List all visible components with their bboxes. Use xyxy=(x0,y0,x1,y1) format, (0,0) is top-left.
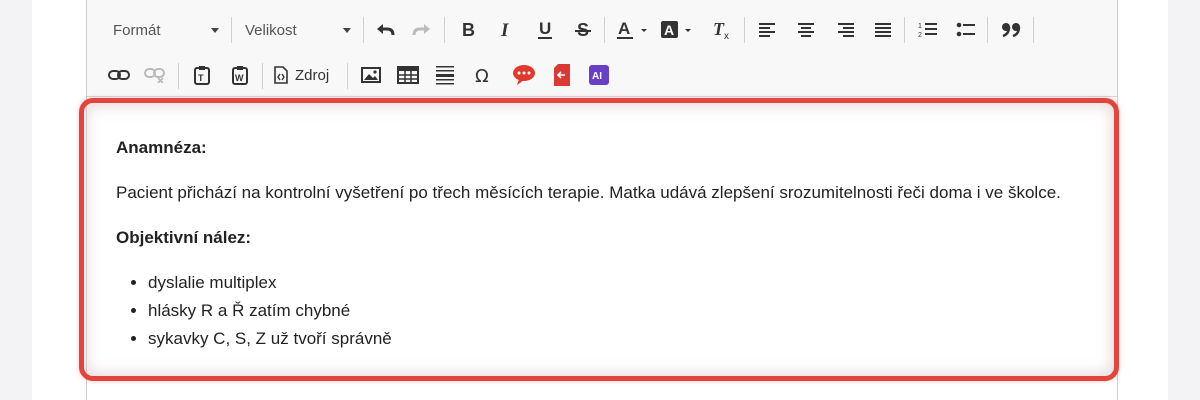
remove-format-button[interactable]: Tx xyxy=(709,17,735,43)
toolbar-separator xyxy=(604,17,605,43)
toolbar-separator xyxy=(363,17,364,43)
redo-button[interactable] xyxy=(409,17,435,43)
image-button[interactable] xyxy=(358,62,384,88)
text-color-button[interactable]: A xyxy=(615,17,651,43)
align-center-icon xyxy=(798,23,814,37)
strikethrough-icon: S xyxy=(575,21,591,39)
format-dropdown-label: Formát xyxy=(113,21,161,39)
align-right-icon xyxy=(838,23,854,37)
svg-text:B: B xyxy=(462,21,475,39)
undo-icon xyxy=(377,24,395,36)
link-button[interactable] xyxy=(106,62,132,88)
underline-icon: U xyxy=(538,20,552,39)
svg-text:U: U xyxy=(539,20,551,38)
horizontal-line-icon xyxy=(436,66,454,85)
svg-text:T: T xyxy=(198,73,204,83)
special-char-button[interactable]: Ω xyxy=(471,62,497,88)
bold-button[interactable]: B xyxy=(455,17,481,43)
editor-toolbar: Formát Velikost B I U S A xyxy=(87,0,1117,97)
heading-anamnesis: Anamnéza: xyxy=(116,138,207,157)
ai-icon: AI xyxy=(589,65,609,85)
numbered-list-icon: 12 xyxy=(918,23,937,39)
paste-word-icon: W xyxy=(232,66,248,85)
format-dropdown[interactable]: Formát xyxy=(113,15,219,45)
italic-button[interactable]: I xyxy=(493,17,519,43)
pdf-export-icon xyxy=(554,64,570,86)
list-item: dyslalie multiplex xyxy=(148,269,1076,297)
ai-button[interactable]: AI xyxy=(586,62,612,88)
heading-findings: Objektivní nález: xyxy=(116,228,252,247)
background-color-icon: A xyxy=(661,21,691,38)
paste-text-icon: T xyxy=(194,66,210,85)
strikethrough-button[interactable]: S xyxy=(570,17,596,43)
paste-text-button[interactable]: T xyxy=(189,62,215,88)
svg-text:A: A xyxy=(618,20,630,38)
text-color-icon: A xyxy=(617,20,647,39)
svg-text:W: W xyxy=(235,73,244,83)
svg-text:A: A xyxy=(664,22,674,38)
align-left-button[interactable] xyxy=(755,17,781,43)
horizontal-line-button[interactable] xyxy=(432,62,458,88)
svg-text:I: I xyxy=(500,21,509,39)
remove-format-icon: Tx xyxy=(713,20,729,40)
size-dropdown[interactable]: Velikost xyxy=(245,15,351,45)
paragraph-anamnesis: Pacient přichází na kontrolní vyšetření … xyxy=(116,183,1061,202)
blockquote-button[interactable] xyxy=(998,17,1024,43)
source-icon xyxy=(274,66,288,84)
list-item: hlásky R a Ř zatím chybné xyxy=(148,297,1076,325)
undo-button[interactable] xyxy=(372,17,398,43)
align-justify-button[interactable] xyxy=(870,17,896,43)
source-button[interactable]: Zdroj xyxy=(273,62,341,88)
toolbar-separator xyxy=(1033,17,1034,43)
toolbar-separator xyxy=(347,63,348,89)
list-item: sykavky C, S, Z už tvoří správně xyxy=(148,325,1076,353)
ai-badge-label: AI xyxy=(592,71,602,82)
bulleted-list-button[interactable] xyxy=(953,17,979,43)
underline-button[interactable]: U xyxy=(532,17,558,43)
align-center-button[interactable] xyxy=(793,17,819,43)
align-right-button[interactable] xyxy=(832,17,858,43)
svg-text:x: x xyxy=(724,31,729,40)
unlink-button[interactable] xyxy=(142,62,168,88)
italic-icon: I xyxy=(500,21,509,39)
align-left-icon xyxy=(759,23,775,37)
numbered-list-button[interactable]: 12 xyxy=(915,17,941,43)
svg-text:1: 1 xyxy=(918,23,922,30)
chevron-down-icon xyxy=(211,28,219,33)
svg-text:Ω: Ω xyxy=(475,66,489,84)
link-icon xyxy=(108,70,130,80)
toolbar-separator xyxy=(744,17,745,43)
toolbar-separator xyxy=(178,63,179,89)
align-justify-icon xyxy=(875,23,891,37)
findings-list: dyslalie multiplex hlásky R a Ř zatím ch… xyxy=(116,269,1076,353)
bold-icon: B xyxy=(462,21,475,39)
pdf-export-button[interactable] xyxy=(549,62,575,88)
toolbar-separator xyxy=(262,63,263,89)
comment-icon xyxy=(513,65,535,85)
table-icon xyxy=(397,66,419,84)
size-dropdown-label: Velikost xyxy=(245,21,297,39)
table-button[interactable] xyxy=(395,62,421,88)
toolbar-separator xyxy=(987,17,988,43)
unlink-icon xyxy=(144,68,165,83)
source-button-label: Zdroj xyxy=(295,66,330,84)
document-body[interactable]: Anamnéza: Pacient přichází na kontrolní … xyxy=(116,134,1076,379)
paste-word-button[interactable]: W xyxy=(227,62,253,88)
toolbar-separator xyxy=(904,17,905,43)
toolbar-separator xyxy=(444,17,445,43)
blockquote-icon xyxy=(1002,23,1021,38)
special-char-icon: Ω xyxy=(475,66,489,84)
toolbar-separator xyxy=(231,17,232,43)
bulleted-list-icon xyxy=(956,22,975,37)
svg-text:2: 2 xyxy=(918,32,922,39)
background-color-button[interactable]: A xyxy=(659,17,695,43)
comment-button[interactable] xyxy=(511,62,537,88)
chevron-down-icon xyxy=(343,28,351,33)
image-icon xyxy=(361,67,381,83)
redo-icon xyxy=(412,24,430,36)
